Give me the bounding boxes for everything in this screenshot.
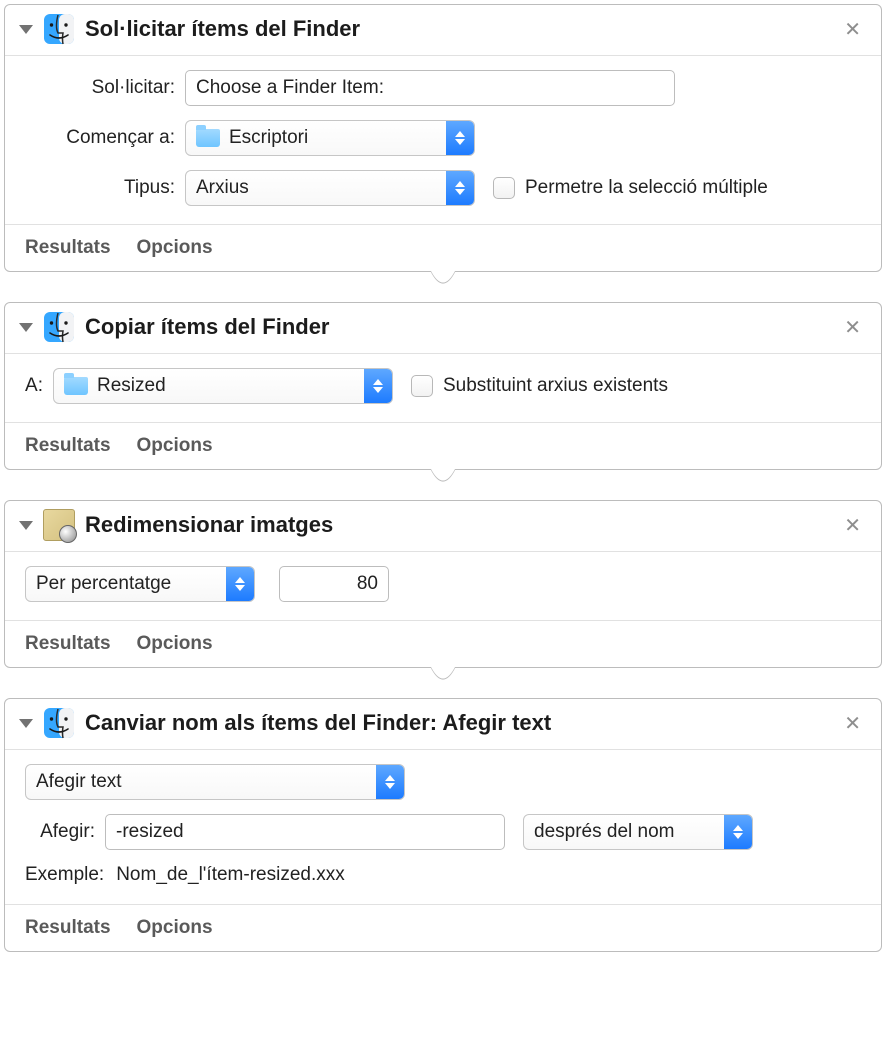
action-ask-finder-items: Sol·licitar ítems del Finder ✕ Sol·licit… <box>4 4 882 272</box>
folder-icon <box>64 377 88 395</box>
close-icon[interactable]: ✕ <box>838 17 867 42</box>
results-button[interactable]: Resultats <box>25 237 111 259</box>
to-label: A: <box>25 375 53 397</box>
action-header: Copiar ítems del Finder ✕ <box>5 303 881 354</box>
results-button[interactable]: Resultats <box>25 435 111 457</box>
disclosure-triangle-icon[interactable] <box>19 25 33 34</box>
action-title: Sol·licitar ítems del Finder <box>85 16 838 42</box>
close-icon[interactable]: ✕ <box>838 711 867 736</box>
options-button[interactable]: Opcions <box>137 633 213 655</box>
allow-multiple-checkbox[interactable] <box>493 177 515 199</box>
results-button[interactable]: Resultats <box>25 633 111 655</box>
workflow-connector <box>4 667 882 699</box>
action-rename-finder-items: Canviar nom als ítems del Finder: Afegir… <box>4 698 882 952</box>
prompt-input[interactable] <box>185 70 675 106</box>
action-header: Redimensionar imatges ✕ <box>5 501 881 552</box>
add-text-input[interactable] <box>105 814 505 850</box>
scale-value-input[interactable] <box>279 566 389 602</box>
to-folder-select[interactable]: Resized <box>53 368 393 404</box>
updown-arrows-icon <box>446 171 474 205</box>
type-value: Arxius <box>196 177 249 199</box>
preview-icon <box>43 509 75 541</box>
updown-arrows-icon <box>376 765 404 799</box>
prompt-label: Sol·licitar: <box>25 77 185 99</box>
action-title: Copiar ítems del Finder <box>85 314 838 340</box>
action-footer: Resultats Opcions <box>5 904 881 951</box>
updown-arrows-icon <box>446 121 474 155</box>
action-footer: Resultats Opcions <box>5 224 881 271</box>
disclosure-triangle-icon[interactable] <box>19 323 33 332</box>
updown-arrows-icon <box>226 567 254 601</box>
folder-icon <box>196 129 220 147</box>
action-title: Canviar nom als ítems del Finder: Afegir… <box>85 710 838 736</box>
start-at-label: Començar a: <box>25 127 185 149</box>
replace-existing-checkbox[interactable] <box>411 375 433 397</box>
rename-mode-select[interactable]: Afegir text <box>25 764 405 800</box>
finder-icon <box>43 707 75 739</box>
close-icon[interactable]: ✕ <box>838 315 867 340</box>
action-body: Sol·licitar: Començar a: Escriptori Tipu… <box>5 56 881 224</box>
disclosure-triangle-icon[interactable] <box>19 521 33 530</box>
workflow-connector <box>4 271 882 303</box>
to-folder-value: Resized <box>97 375 166 397</box>
type-select[interactable]: Arxius <box>185 170 475 206</box>
workflow-connector <box>4 469 882 501</box>
example-value: Nom_de_l'ítem-resized.xxx <box>116 864 345 886</box>
finder-icon <box>43 311 75 343</box>
updown-arrows-icon <box>364 369 392 403</box>
start-at-select[interactable]: Escriptori <box>185 120 475 156</box>
action-footer: Resultats Opcions <box>5 422 881 469</box>
type-label: Tipus: <box>25 177 185 199</box>
action-body: A: Resized Substituint arxius existents <box>5 354 881 422</box>
results-button[interactable]: Resultats <box>25 917 111 939</box>
action-body: Per percentatge <box>5 552 881 620</box>
position-select[interactable]: després del nom <box>523 814 753 850</box>
options-button[interactable]: Opcions <box>137 917 213 939</box>
action-footer: Resultats Opcions <box>5 620 881 667</box>
action-title: Redimensionar imatges <box>85 512 838 538</box>
position-value: després del nom <box>534 821 674 843</box>
allow-multiple-label: Permetre la selecció múltiple <box>525 177 768 199</box>
action-scale-images: Redimensionar imatges ✕ Per percentatge … <box>4 500 882 668</box>
example-label: Exemple: <box>25 864 104 886</box>
finder-icon <box>43 13 75 45</box>
start-at-value: Escriptori <box>229 127 308 149</box>
options-button[interactable]: Opcions <box>137 435 213 457</box>
add-label: Afegir: <box>25 821 105 843</box>
replace-existing-label: Substituint arxius existents <box>443 375 668 397</box>
rename-mode-value: Afegir text <box>36 771 122 793</box>
options-button[interactable]: Opcions <box>137 237 213 259</box>
action-header: Canviar nom als ítems del Finder: Afegir… <box>5 699 881 750</box>
disclosure-triangle-icon[interactable] <box>19 719 33 728</box>
scale-mode-select[interactable]: Per percentatge <box>25 566 255 602</box>
updown-arrows-icon <box>724 815 752 849</box>
action-copy-finder-items: Copiar ítems del Finder ✕ A: Resized Sub… <box>4 302 882 470</box>
action-body: Afegir text Afegir: després del nom Exem… <box>5 750 881 904</box>
scale-mode-value: Per percentatge <box>36 573 171 595</box>
action-header: Sol·licitar ítems del Finder ✕ <box>5 5 881 56</box>
close-icon[interactable]: ✕ <box>838 513 867 538</box>
